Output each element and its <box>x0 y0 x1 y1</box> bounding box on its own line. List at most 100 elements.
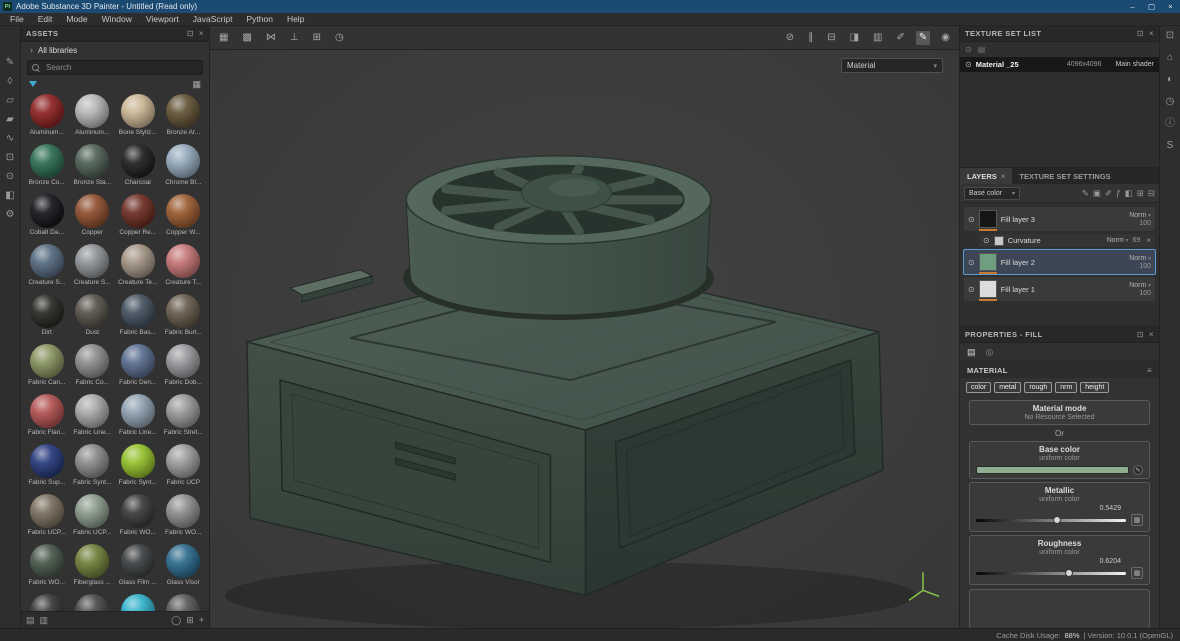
roughness-slider[interactable] <box>976 572 1126 575</box>
new-resource-icon[interactable]: ⊞ <box>186 615 194 626</box>
visibility-eye-icon[interactable]: ⊙ <box>968 285 975 294</box>
menu-item[interactable]: Mode <box>59 14 94 24</box>
projection-tool-icon[interactable]: ▱ <box>6 96 14 106</box>
visibility-toggle-icon[interactable]: ⊘ <box>783 31 797 45</box>
display-settings-icon[interactable]: ▥ <box>870 31 885 45</box>
material-item[interactable]: Bronze Co... <box>24 144 69 194</box>
material-item[interactable]: Fabric WO... <box>24 544 69 594</box>
menu-item[interactable]: File <box>3 14 31 24</box>
material-item[interactable]: Charcoal <box>115 144 160 194</box>
layer-thumbnail[interactable] <box>979 210 997 228</box>
substance-share-icon[interactable]: S <box>1167 141 1174 151</box>
close-panel-icon[interactable]: × <box>1149 330 1154 339</box>
properties-tab-icon[interactable]: ▤ <box>967 347 976 358</box>
stack-icon[interactable]: ⊟ <box>824 31 838 45</box>
info-icon[interactable]: ⓘ <box>1165 119 1175 129</box>
material-item[interactable]: Fabric UCP... <box>24 494 69 544</box>
list-filter-icon[interactable]: ▤ <box>978 45 986 54</box>
menu-item[interactable]: Viewport <box>139 14 186 24</box>
close-panel-icon[interactable]: × <box>199 29 204 38</box>
metallic-picker-button[interactable] <box>1131 514 1143 526</box>
material-item[interactable]: Fabric Sup... <box>24 444 69 494</box>
material-item[interactable]: Fabric UCP <box>161 444 206 494</box>
opacity-value[interactable]: 100 <box>1139 220 1151 227</box>
opacity-value[interactable]: 69 <box>1133 237 1141 244</box>
eraser-tool-icon[interactable]: ◊ <box>8 77 13 87</box>
dock-panel-icon[interactable]: ⊡ <box>1137 330 1144 339</box>
blend-mode-dropdown[interactable]: Norm <box>1129 255 1151 262</box>
visibility-eye-icon[interactable]: ⊙ <box>965 60 972 69</box>
material-item[interactable]: Fabric Flan... <box>24 394 69 444</box>
menu-item[interactable]: Window <box>95 14 139 24</box>
material-item[interactable]: Glass Film ... <box>115 544 160 594</box>
symmetry-icon[interactable]: ⋈ <box>263 31 279 45</box>
library-selector[interactable]: › All libraries <box>21 42 209 58</box>
polygon-fill-tool-icon[interactable]: ▰ <box>6 115 14 125</box>
tab-layers[interactable]: LAYERS × <box>960 168 1012 184</box>
material-item[interactable]: Fabric UCP... <box>70 494 115 544</box>
tab-texture-set-settings[interactable]: TEXTURE SET SETTINGS <box>1012 168 1117 184</box>
layer-row[interactable]: ⊙ Fill layer 3 Norm 100 <box>963 206 1156 232</box>
display-settings-icon[interactable]: ◐ <box>1167 75 1173 85</box>
material-item[interactable]: Bone Styliz... <box>115 94 160 144</box>
symmetry-axis-icon[interactable]: ⊥ <box>287 31 302 45</box>
menu-item[interactable]: Help <box>280 14 311 24</box>
material-item[interactable]: Fabric Can... <box>24 344 69 394</box>
material-item[interactable]: Fabric Burl... <box>161 294 206 344</box>
close-panel-icon[interactable]: × <box>1149 29 1154 38</box>
clone-tool-icon[interactable]: ⊡ <box>6 153 14 163</box>
base-color-swatch[interactable] <box>976 466 1129 474</box>
material-item[interactable]: Bronze Ar... <box>161 94 206 144</box>
history-panel-icon[interactable]: ◷ <box>1166 97 1175 107</box>
channel-toggle-button[interactable]: rough <box>1024 382 1052 393</box>
material-item[interactable]: Fabric Den... <box>115 344 160 394</box>
channel-toggle-button[interactable]: color <box>966 382 991 393</box>
search-input[interactable]: Search <box>27 60 203 75</box>
material-view-icon[interactable]: ▦ <box>216 31 231 45</box>
material-item[interactable]: Creature S... <box>70 244 115 294</box>
layer-thumbnail[interactable] <box>979 280 997 298</box>
material-item[interactable]: Fabric WO... <box>115 494 160 544</box>
brush-tool-icon[interactable]: ✎ <box>916 31 930 45</box>
roughness-picker-button[interactable] <box>1131 567 1143 579</box>
material-item[interactable]: Glass Visor <box>161 544 206 594</box>
material-item[interactable] <box>24 594 69 611</box>
blend-mode-dropdown[interactable]: Norm <box>1107 237 1129 244</box>
grid-view-icon[interactable]: ▦ <box>192 79 201 90</box>
material-item[interactable]: Fiberglass ... <box>70 544 115 594</box>
roughness-value[interactable]: 0.6204 <box>976 558 1143 565</box>
add-frame-icon[interactable]: ⊞ <box>310 31 324 45</box>
minimize-button[interactable]: – <box>1123 0 1142 13</box>
pause-engine-icon[interactable]: ∥ <box>805 31 816 45</box>
record-icon[interactable]: ◯ <box>171 615 181 626</box>
opacity-value[interactable]: 100 <box>1139 263 1151 270</box>
quick-mask-icon[interactable]: ◧ <box>5 191 14 201</box>
home-shelf-icon[interactable]: ⌂ <box>1167 53 1173 63</box>
material-item[interactable]: Aluminum... <box>24 94 69 144</box>
lazy-mouse-icon[interactable]: ✐ <box>893 31 907 45</box>
material-item[interactable] <box>115 594 160 611</box>
list-view-icon[interactable]: ▤ <box>26 615 35 626</box>
metallic-slider[interactable] <box>976 519 1126 522</box>
texture-set-shader[interactable]: Main shader <box>1115 61 1154 68</box>
material-item[interactable]: Fabric Stret... <box>161 394 206 444</box>
layer-row[interactable]: ⊙ Curvature Norm 69 × <box>978 233 1156 248</box>
close-icon[interactable]: × <box>1001 172 1006 181</box>
material-item[interactable]: Cobalt Da... <box>24 194 69 244</box>
add-mask-icon[interactable]: ▣ <box>1093 188 1101 199</box>
material-item[interactable]: Creature Te... <box>115 244 160 294</box>
material-item[interactable]: Creature S... <box>24 244 69 294</box>
material-item[interactable]: Dirt <box>24 294 69 344</box>
material-item[interactable]: Chrome Bl... <box>161 144 206 194</box>
material-item[interactable]: Fabric Dob... <box>161 344 206 394</box>
material-mode-box[interactable]: Material mode No Resource Selected <box>969 400 1150 425</box>
dock-panel-icon[interactable]: ⊡ <box>1166 31 1174 41</box>
layer-thumbnail[interactable] <box>979 253 997 271</box>
dock-panel-icon[interactable]: ⊡ <box>187 29 194 38</box>
edit-color-icon[interactable]: ✎ <box>1133 465 1143 475</box>
slider-handle[interactable] <box>1065 569 1073 577</box>
eye-icon[interactable]: ⊙ <box>965 45 972 54</box>
delete-layer-icon[interactable]: ⊟ <box>1148 188 1155 199</box>
add-asset-icon[interactable]: + <box>199 615 204 626</box>
material-item[interactable]: Fabric Line... <box>115 394 160 444</box>
